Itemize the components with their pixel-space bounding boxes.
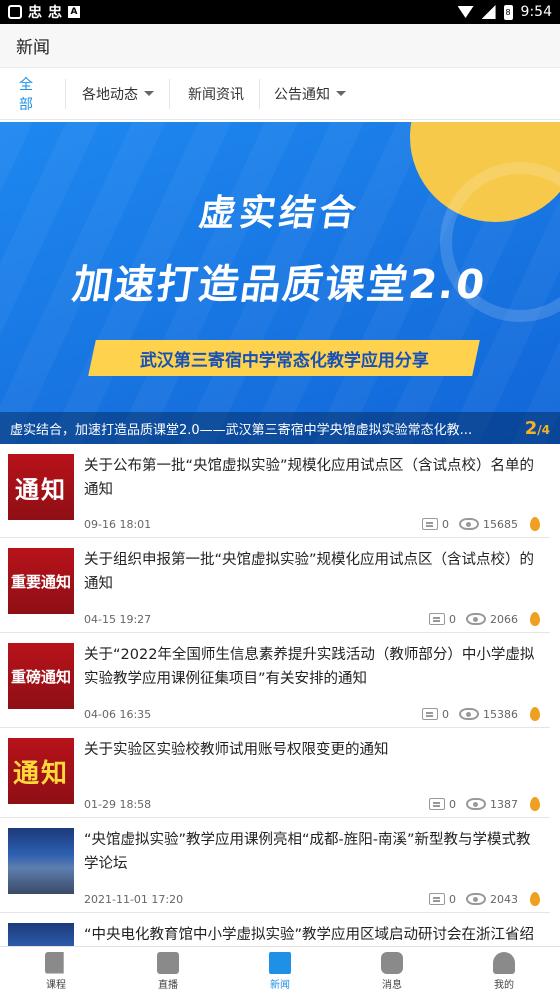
banner-caption-text: 虚实结合，加速打造品质课堂2.0——武汉第三寄宿中学央馆虚拟实验常态化教... — [10, 422, 473, 438]
status-bar: 忠 忠 A 8 9:54 — [0, 0, 560, 24]
list-item[interactable]: 通知 关于实验区实验校教师试用账号权限变更的通知 01-29 18:58 0 1… — [0, 728, 550, 818]
news-photo-thumbnail — [8, 828, 74, 894]
a-icon: A — [68, 6, 80, 18]
category-tabs: 全部 各地动态 新闻资讯 公告通知 — [0, 68, 560, 120]
banner-carousel[interactable]: 虚实结合 加速打造品质课堂2.0 武汉第三寄宿中学常态化教学应用分享 虚实结合，… — [0, 122, 560, 444]
news-thumbnail: 通知 — [8, 738, 74, 804]
carousel-page-indicator: 2/4 — [524, 417, 550, 439]
news-title: 关于组织申报第一批“央馆虚拟实验”规模化应用试点区（含试点校）的通知 — [84, 552, 535, 592]
banner-caption: 虚实结合，加速打造品质课堂2.0——武汉第三寄宿中学央馆虚拟实验常态化教... … — [0, 412, 560, 444]
person-icon — [493, 951, 515, 974]
comment-icon — [429, 893, 445, 905]
eye-icon — [466, 798, 486, 810]
fire-icon — [530, 517, 540, 531]
tab-all[interactable]: 全部 — [8, 77, 66, 113]
news-thumbnail: 重磅通知 — [8, 643, 74, 709]
chevron-down-icon — [336, 91, 346, 96]
eye-icon — [466, 613, 486, 625]
list-item[interactable]: 重要通知 关于组织申报第一批“央馆虚拟实验”规模化应用试点区（含试点校）的通知 … — [0, 538, 550, 633]
fire-icon — [530, 892, 540, 906]
comment-count: 0 — [449, 612, 456, 626]
list-item[interactable]: 重磅通知 关于“2022年全国师生信息素养提升实践活动（教师部分）中小学虚拟实验… — [0, 633, 550, 728]
comment-icon — [429, 798, 445, 810]
nav-news[interactable]: 新闻 — [224, 947, 336, 995]
tab-announcements[interactable]: 公告通知 — [260, 79, 364, 109]
battery-icon: 8 — [503, 4, 513, 20]
tab-regional-news[interactable]: 各地动态 — [66, 78, 170, 109]
comment-icon — [422, 708, 438, 720]
nav-courses[interactable]: 课程 — [0, 947, 112, 995]
play-icon — [157, 951, 179, 974]
view-count: 1387 — [490, 797, 518, 811]
signal-icon — [481, 5, 496, 19]
news-title: “中央电化教育馆中小学虚拟实验”教学应用区域启动研讨会在浙江省绍 — [84, 927, 535, 943]
notification-icon: 忠 — [48, 5, 62, 21]
view-count: 2043 — [490, 892, 518, 906]
comment-count: 0 — [442, 707, 449, 721]
news-date: 04-06 16:35 — [84, 707, 152, 721]
message-icon — [381, 951, 403, 974]
comment-count: 0 — [449, 797, 456, 811]
app-screen: 忠 忠 A 8 9:54 新闻 全部 各地动态 新闻资讯 公告通知 虚实结合 加… — [0, 0, 560, 995]
eye-icon — [466, 893, 486, 905]
nav-profile[interactable]: 我的 — [448, 947, 560, 995]
list-item[interactable]: “央馆虚拟实验”教学应用课例亮相“成都-旌阳-南溪”新型教与学模式教学论坛 20… — [0, 818, 550, 913]
fire-icon — [530, 612, 540, 626]
news-title: 关于实验区实验校教师试用账号权限变更的通知 — [84, 742, 389, 758]
banner-subheadline: 加速打造品质课堂2.0 — [69, 262, 490, 308]
notification-icon: 忠 — [28, 5, 42, 21]
news-thumbnail: 通知 — [8, 454, 74, 520]
view-count: 2066 — [490, 612, 518, 626]
banner-headline: 虚实结合 — [196, 193, 363, 234]
comment-count: 0 — [449, 892, 456, 906]
news-icon — [269, 951, 291, 974]
comment-icon — [422, 518, 438, 530]
nav-messages[interactable]: 消息 — [336, 947, 448, 995]
news-title: 关于“2022年全国师生信息素养提升实践活动（教师部分）中小学虚拟实验教学应用课… — [84, 647, 535, 687]
news-date: 04-15 19:27 — [84, 612, 152, 626]
fire-icon — [530, 707, 540, 721]
nav-live[interactable]: 直播 — [112, 947, 224, 995]
list-item[interactable]: 通知 关于公布第一批“央馆虚拟实验”规模化应用试点区（含试点校）名单的通知 09… — [0, 444, 550, 538]
clock: 9:54 — [520, 4, 552, 20]
comment-count: 0 — [442, 517, 449, 531]
news-title: 关于公布第一批“央馆虚拟实验”规模化应用试点区（含试点校）名单的通知 — [84, 458, 535, 498]
book-icon — [45, 951, 64, 974]
news-date: 2021-11-01 17:20 — [84, 892, 184, 906]
chevron-down-icon — [144, 91, 154, 96]
wifi-icon — [457, 6, 474, 18]
news-list: 通知 关于公布第一批“央馆虚拟实验”规模化应用试点区（含试点校）名单的通知 09… — [0, 444, 560, 973]
news-thumbnail: 重要通知 — [8, 548, 74, 614]
view-count: 15685 — [483, 517, 518, 531]
page-title: 新闻 — [0, 24, 560, 68]
view-count: 15386 — [483, 707, 518, 721]
fire-icon — [530, 797, 540, 811]
eye-icon — [459, 708, 479, 720]
news-date: 09-16 18:01 — [84, 517, 152, 531]
bottom-navigation: 课程 直播 新闻 消息 我的 — [0, 946, 560, 995]
eye-icon — [459, 518, 479, 530]
app-icon — [8, 5, 22, 19]
news-title: “央馆虚拟实验”教学应用课例亮相“成都-旌阳-南溪”新型教与学模式教学论坛 — [84, 832, 531, 872]
tab-news-info[interactable]: 新闻资讯 — [170, 78, 260, 109]
banner-ribbon: 武汉第三寄宿中学常态化教学应用分享 — [88, 340, 480, 376]
comment-icon — [429, 613, 445, 625]
news-date: 01-29 18:58 — [84, 797, 152, 811]
